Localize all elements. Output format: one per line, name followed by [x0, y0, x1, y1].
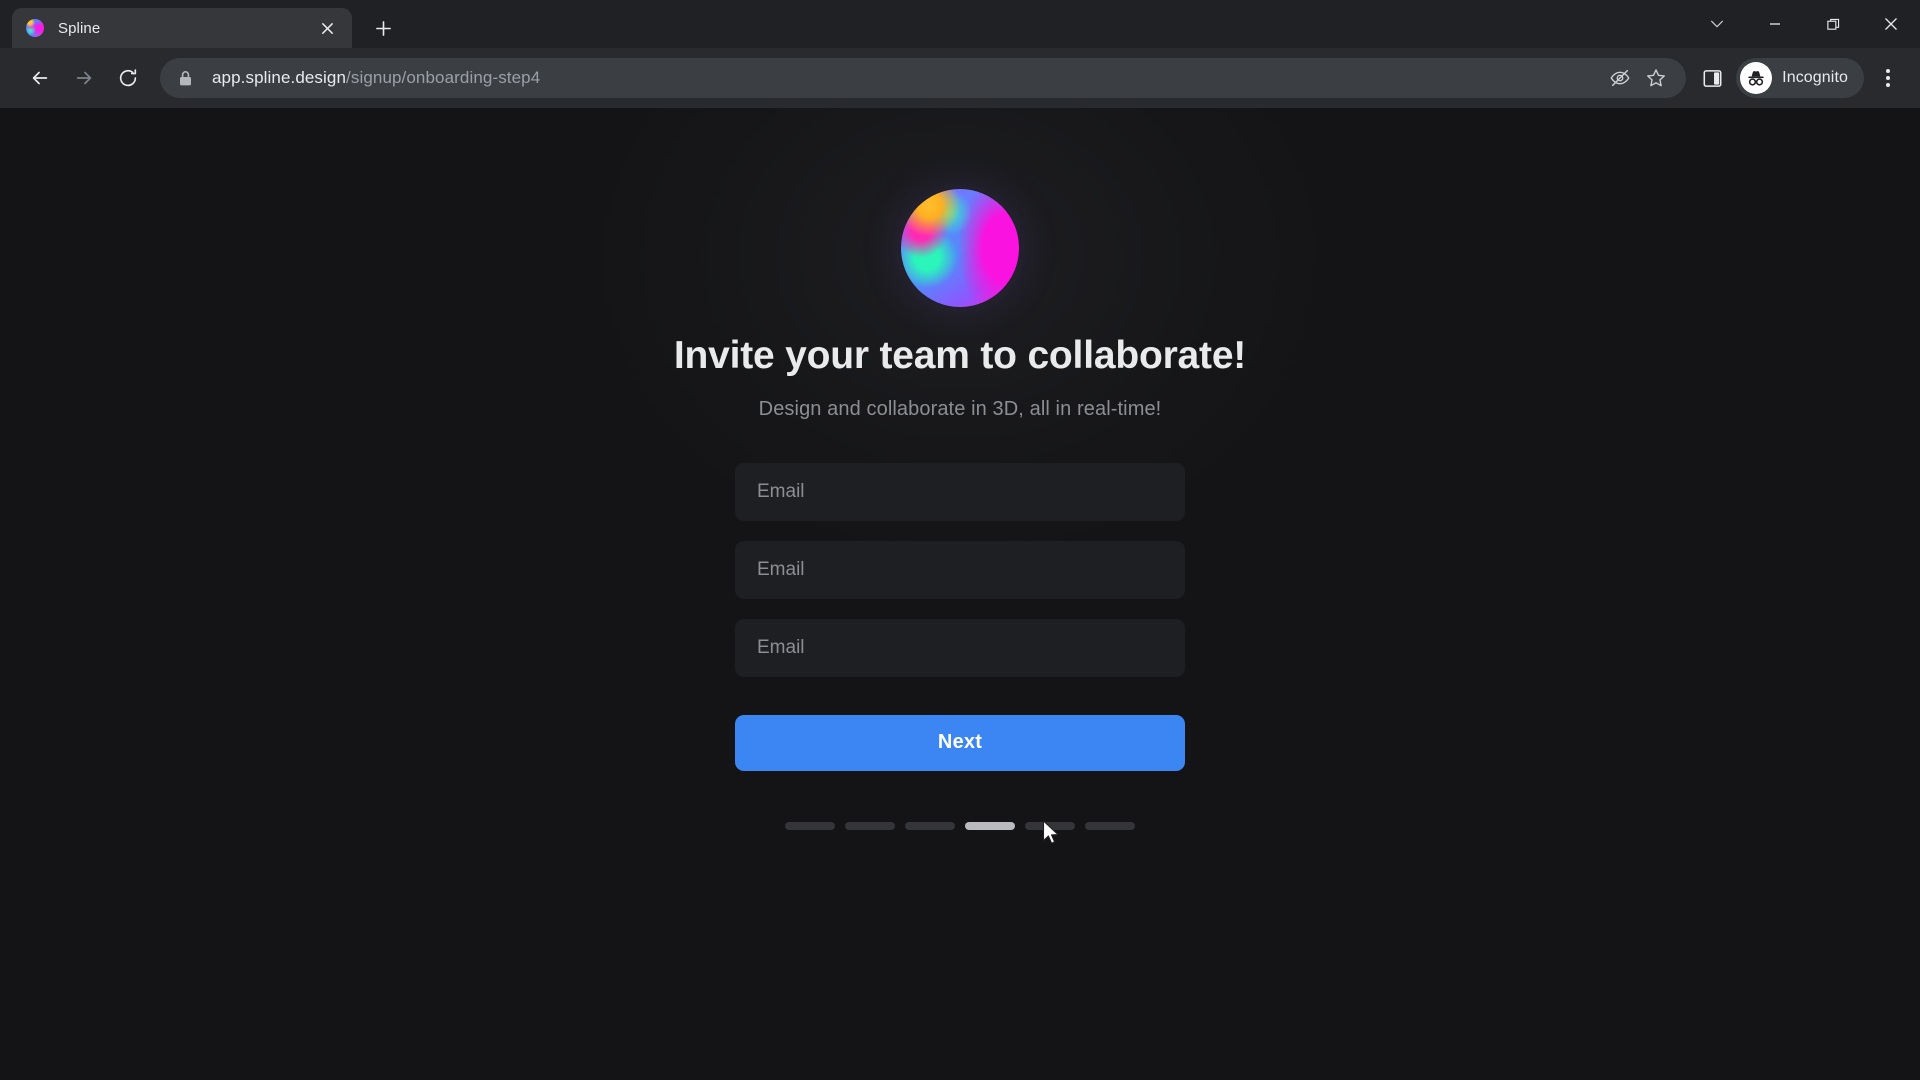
next-button[interactable]: Next	[735, 714, 1185, 771]
back-button[interactable]	[20, 58, 60, 98]
email-field-3[interactable]	[735, 618, 1185, 677]
browser-toolbar: app.spline.design/signup/onboarding-step…	[0, 48, 1920, 108]
reload-button[interactable]	[108, 58, 148, 98]
url-text: app.spline.design/signup/onboarding-step…	[212, 68, 540, 88]
page-subtitle: Design and collaborate in 3D, all in rea…	[758, 397, 1162, 420]
page-viewport: Invite your team to collaborate! Design …	[0, 108, 1920, 1080]
email-field-2[interactable]	[735, 540, 1185, 599]
browser-window: Spline app.spline.design/signup/onboardi…	[0, 0, 1920, 1080]
progress-step-3[interactable]	[905, 821, 955, 830]
invite-form: Next	[735, 462, 1185, 771]
window-controls	[1688, 0, 1920, 48]
progress-step-5[interactable]	[1025, 821, 1075, 830]
browser-tab-spline[interactable]: Spline	[12, 8, 352, 48]
url-host: app.spline.design	[212, 68, 347, 87]
progress-step-2[interactable]	[845, 821, 895, 830]
lock-icon	[178, 70, 198, 87]
tab-title: Spline	[58, 19, 101, 37]
tab-search-button[interactable]	[1688, 0, 1746, 48]
incognito-label: Incognito	[1782, 69, 1848, 86]
page-title: Invite your team to collaborate!	[673, 334, 1247, 377]
omnibox-actions	[1602, 60, 1674, 96]
maximize-button[interactable]	[1804, 0, 1862, 48]
side-panel-icon[interactable]	[1692, 58, 1732, 98]
spline-sphere-icon	[26, 19, 44, 37]
incognito-hat-icon	[1740, 62, 1773, 94]
spline-sphere-logo	[901, 189, 1019, 307]
onboarding-page: Invite your team to collaborate! Design …	[0, 108, 1920, 1080]
minimize-button[interactable]	[1746, 0, 1804, 48]
close-window-button[interactable]	[1862, 0, 1920, 48]
progress-step-1[interactable]	[785, 821, 835, 830]
url-path: /signup/onboarding-step4	[346, 68, 541, 87]
address-bar[interactable]: app.spline.design/signup/onboarding-step…	[160, 58, 1687, 98]
close-icon[interactable]	[314, 15, 340, 41]
progress-step-6[interactable]	[1085, 821, 1135, 830]
eye-slash-icon[interactable]	[1602, 60, 1638, 96]
tab-strip: Spline	[0, 0, 1920, 48]
incognito-profile-button[interactable]: Incognito	[1736, 58, 1864, 98]
three-dot-menu-icon[interactable]	[1868, 58, 1908, 98]
forward-button[interactable]	[64, 58, 104, 98]
onboarding-progress	[785, 821, 1135, 830]
progress-step-4[interactable]	[965, 821, 1015, 830]
star-icon[interactable]	[1638, 60, 1674, 96]
new-tab-button[interactable]	[366, 11, 400, 45]
email-field-1[interactable]	[735, 462, 1185, 521]
